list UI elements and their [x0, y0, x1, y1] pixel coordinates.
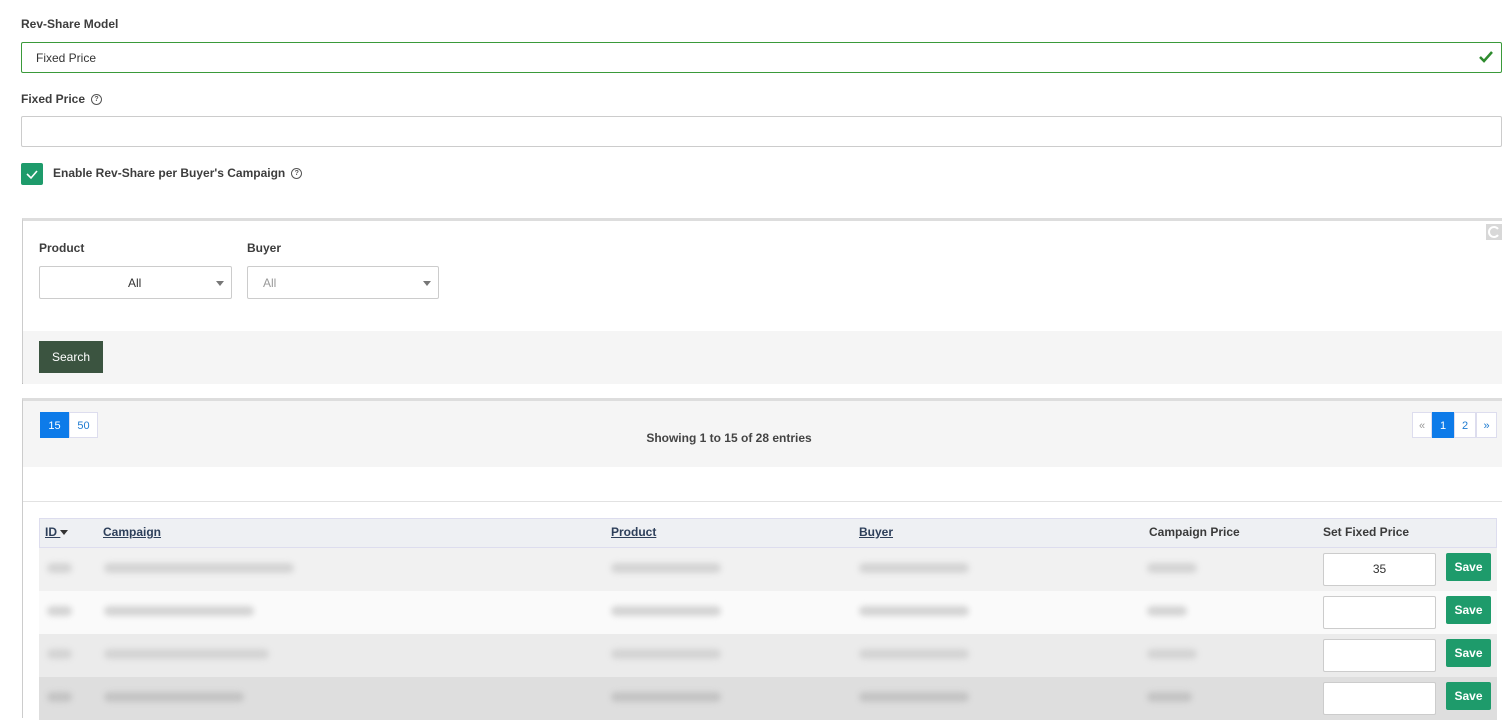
table-row: [39, 591, 1497, 634]
filter-footer: [23, 331, 1502, 384]
redacted-cell: [104, 649, 269, 659]
refresh-icon[interactable]: [1486, 224, 1502, 240]
redacted-cell: [859, 606, 969, 616]
fixed-price-row-input[interactable]: [1323, 639, 1436, 672]
refresh-glyph-icon: [1488, 226, 1499, 238]
col-id-label: ID: [45, 525, 57, 539]
col-campaign-price-header: Campaign Price: [1149, 525, 1240, 539]
redacted-cell: [104, 606, 254, 616]
help-icon[interactable]: ?: [291, 168, 303, 180]
buyer-filter-label: Buyer: [247, 241, 282, 255]
save-button[interactable]: Save: [1446, 682, 1491, 710]
help-icon[interactable]: ?: [91, 94, 103, 106]
product-filter-label: Product: [39, 241, 85, 255]
buyer-filter-select[interactable]: All: [247, 266, 439, 299]
col-id-header[interactable]: ID: [45, 525, 69, 539]
enable-rev-share-label: Enable Rev-Share per Buyer's Campaign?: [53, 166, 303, 180]
search-button[interactable]: Search: [39, 341, 103, 373]
table-row: [39, 677, 1497, 720]
valid-check-icon: [1479, 51, 1493, 63]
redacted-cell: [47, 563, 72, 573]
col-campaign-header[interactable]: Campaign: [103, 525, 161, 539]
fixed-price-row-input[interactable]: [1323, 596, 1436, 629]
chevron-down-icon: [423, 281, 431, 286]
rev-share-model-value: Fixed Price: [36, 51, 97, 65]
redacted-cell: [1147, 563, 1197, 573]
pagination-page-2[interactable]: 2: [1454, 412, 1476, 438]
redacted-cell: [1147, 606, 1187, 616]
table-row: [39, 634, 1497, 677]
redacted-cell: [1147, 692, 1192, 702]
fixed-price-label-text: Fixed Price: [21, 92, 86, 106]
fixed-price-row-input[interactable]: 35: [1323, 553, 1436, 586]
col-set-fixed-price-header: Set Fixed Price: [1323, 525, 1410, 539]
fixed-price-label: Fixed Price?: [21, 92, 103, 106]
redacted-cell: [611, 692, 721, 702]
fixed-price-row-input[interactable]: [1323, 682, 1436, 715]
col-buyer-header[interactable]: Buyer: [859, 525, 893, 539]
redacted-cell: [611, 606, 721, 616]
sort-desc-icon: [60, 530, 69, 536]
save-button[interactable]: Save: [1446, 553, 1491, 581]
save-button[interactable]: Save: [1446, 596, 1491, 624]
col-product-header[interactable]: Product: [611, 525, 656, 539]
redacted-cell: [47, 692, 72, 702]
checkmark-icon: [26, 170, 38, 180]
chevron-down-icon: [216, 281, 224, 286]
redacted-cell: [859, 692, 969, 702]
save-button[interactable]: Save: [1446, 639, 1491, 667]
enable-rev-share-text: Enable Rev-Share per Buyer's Campaign: [53, 166, 286, 180]
pagination-prev[interactable]: «: [1412, 412, 1432, 438]
redacted-cell: [47, 649, 72, 659]
showing-entries-text: Showing 1 to 15 of 28 entries: [646, 431, 812, 445]
redacted-cell: [47, 606, 72, 616]
product-filter-value: All: [128, 276, 142, 290]
product-filter-select[interactable]: All: [39, 266, 232, 299]
buyer-filter-value: All: [263, 276, 277, 290]
redacted-cell: [104, 563, 294, 573]
redacted-cell: [859, 649, 969, 659]
redacted-cell: [611, 563, 721, 573]
rev-share-model-select[interactable]: Fixed Price: [21, 42, 1502, 73]
rev-share-model-label: Rev-Share Model: [21, 17, 119, 31]
redacted-cell: [859, 563, 969, 573]
table-row: [39, 548, 1497, 591]
fixed-price-input[interactable]: [21, 116, 1502, 147]
pagination-page-1[interactable]: 1: [1432, 412, 1454, 438]
pagination-next[interactable]: »: [1476, 412, 1497, 438]
enable-rev-share-checkbox[interactable]: [21, 163, 43, 185]
redacted-cell: [611, 649, 721, 659]
redacted-cell: [1147, 649, 1197, 659]
redacted-cell: [104, 692, 244, 702]
table-header: [39, 518, 1497, 548]
filter-panel: [22, 218, 1502, 384]
divider: [23, 501, 1502, 502]
